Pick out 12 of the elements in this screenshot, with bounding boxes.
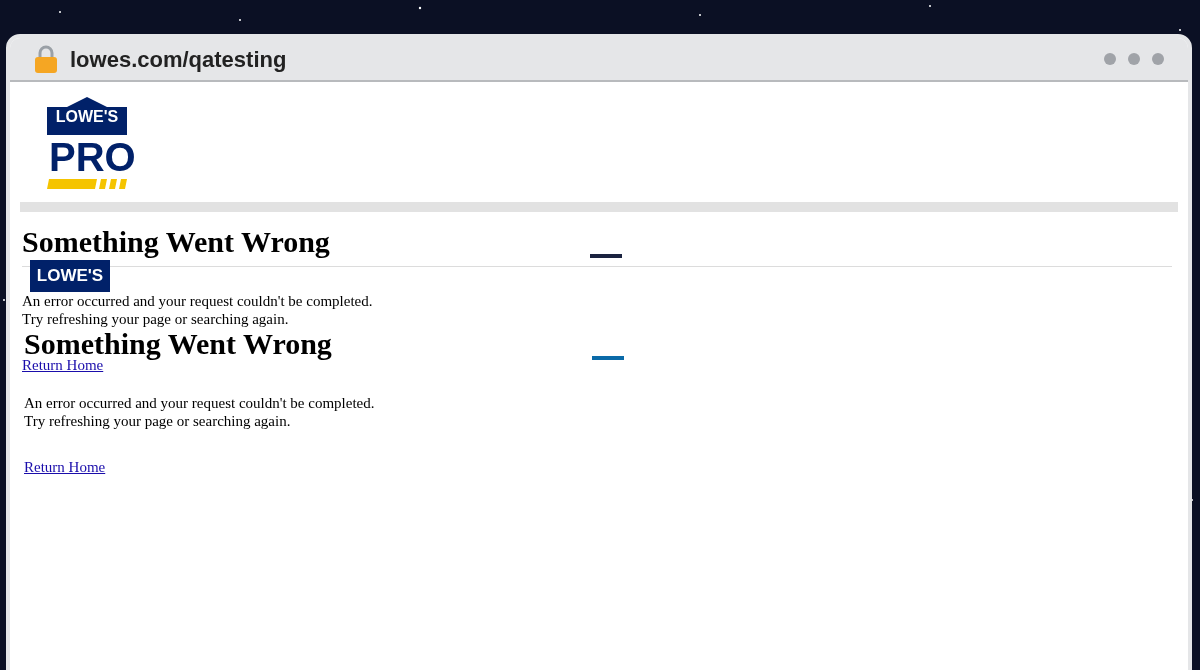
error-line: An error occurred and your request couldn't be completed. [22,292,373,310]
lowes-pro-logo[interactable]: LOWE'S PRO [10,82,140,202]
return-home-link[interactable]: Return Home [24,456,106,479]
error-line: An error occurred and your request couldn't be completed. [24,394,375,412]
loading-dash [590,254,622,258]
url-text[interactable]: lowes.com/qatesting [70,42,287,76]
lock-icon [34,45,58,73]
error-heading: Something Went Wrong [22,228,330,256]
error-line: Try refreshing your page or searching again. [24,412,291,430]
lowes-logo[interactable]: LOWE'S [30,260,110,292]
loading-dash [592,356,624,360]
error-line: Try refreshing your page or searching again. [22,310,289,328]
